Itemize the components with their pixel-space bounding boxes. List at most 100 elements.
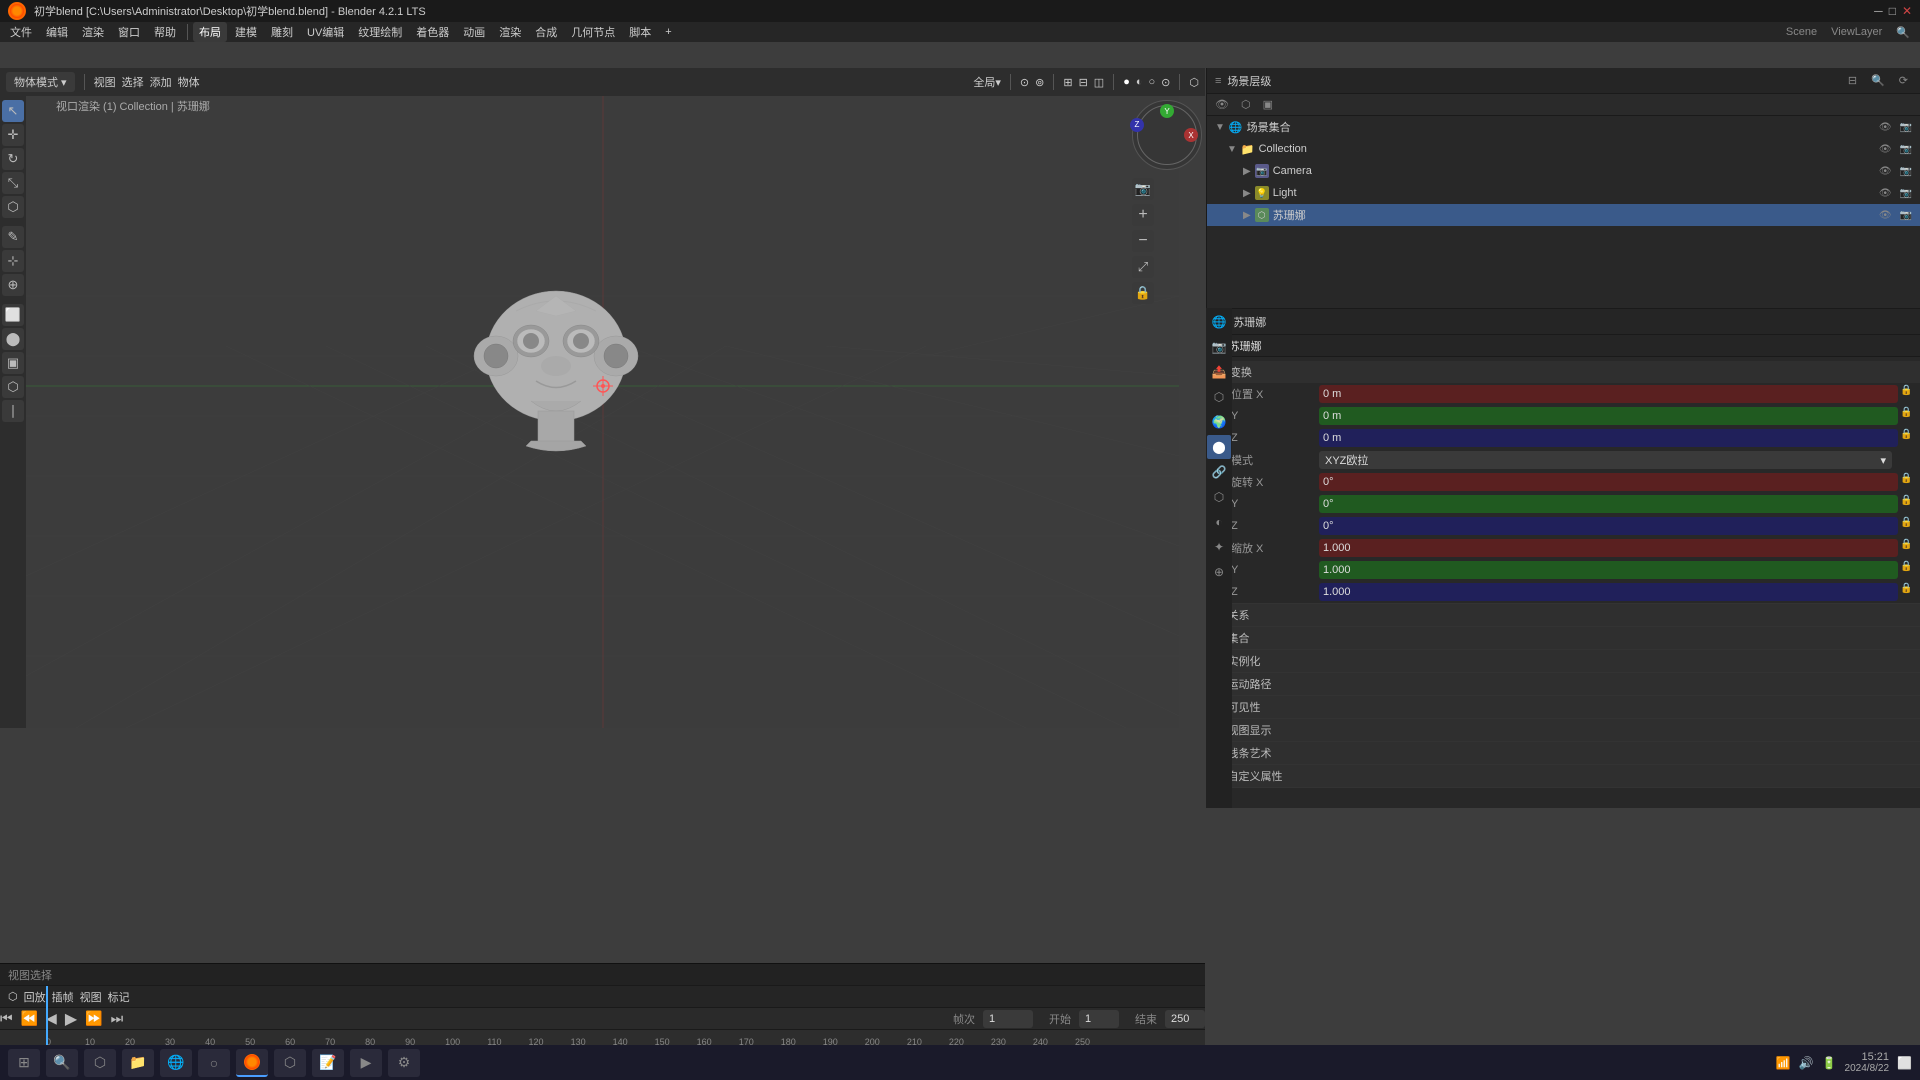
prop-data-tab[interactable]: ⬡ — [1207, 485, 1231, 509]
menu-help[interactable]: 帮助 — [148, 22, 182, 42]
material-mode[interactable]: ◐ — [1136, 76, 1143, 88]
prop-scene-tab[interactable]: 🌐 — [1207, 310, 1231, 334]
proportional-edit[interactable]: ⊚ — [1035, 76, 1044, 89]
annotate-tool[interactable]: ✎ — [2, 226, 24, 248]
outliner-search-btn[interactable]: 🔍 — [1867, 72, 1889, 89]
chrome-btn[interactable]: ○ — [198, 1049, 230, 1077]
zoom-out-btn[interactable]: − — [1132, 230, 1154, 252]
scale-tool[interactable]: ⤡ — [2, 172, 24, 194]
lock-z[interactable]: 🔒 — [1900, 429, 1912, 447]
prop-viewlayer-tab[interactable]: ⬡ — [1207, 385, 1231, 409]
render-mode[interactable]: ○ — [1149, 76, 1156, 88]
menu-edit[interactable]: 编辑 — [40, 22, 74, 42]
task-view[interactable]: ⬡ — [84, 1049, 116, 1077]
location-z[interactable]: 0 m — [1319, 429, 1898, 447]
camera-vis[interactable]: 👁 — [1879, 166, 1892, 177]
inset-tool[interactable]: ▣ — [2, 352, 24, 374]
close-button[interactable]: ✕ — [1902, 4, 1912, 18]
relations-header[interactable]: ▶ 关系 — [1207, 604, 1920, 626]
rotation-z[interactable]: 0° — [1319, 517, 1898, 535]
network-icon[interactable]: 📶 — [1776, 1056, 1791, 1070]
measure-tool[interactable]: ⊹ — [2, 250, 24, 272]
clock-display[interactable]: 15:21 2024/8/22 — [1845, 1051, 1890, 1074]
filter-mesh[interactable]: ▣ — [1259, 96, 1277, 113]
view-display-header[interactable]: ▶ 视图显示 — [1207, 719, 1920, 741]
prev-keyframe-btn[interactable]: ⏪ — [21, 1010, 38, 1027]
lock-btn[interactable]: 🔒 — [1132, 282, 1154, 304]
outliner-item-collection[interactable]: ▼ 📁 Collection 👁 📷 — [1207, 138, 1920, 160]
gizmo-z-axis[interactable]: Z — [1130, 118, 1144, 132]
menu-script[interactable]: 脚本 — [623, 22, 657, 42]
menu-sculpt[interactable]: 雕刻 — [265, 22, 299, 42]
prop-physics-tab[interactable]: ⊕ — [1207, 560, 1231, 584]
instancing-header[interactable]: ▶ 实例化 — [1207, 650, 1920, 672]
tl-keyframe[interactable]: 插帧 — [52, 989, 74, 1005]
extrude-tool[interactable]: ⬤ — [2, 328, 24, 350]
collection-header[interactable]: ▶ 集合 — [1207, 627, 1920, 649]
play-btn[interactable]: ▶ — [65, 1009, 77, 1029]
rotation-x[interactable]: 0° — [1319, 473, 1898, 491]
visibility-header[interactable]: ▶ 可见性 — [1207, 696, 1920, 718]
prop-constraint-tab[interactable]: 🔗 — [1207, 460, 1231, 484]
select-menu[interactable]: 选择 — [122, 74, 144, 90]
outliner-sync-btn[interactable]: ⟳ — [1895, 72, 1912, 89]
transform-header[interactable]: ▼ 变换 — [1207, 361, 1920, 383]
motion-paths-header[interactable]: ▶ 运动路径 — [1207, 673, 1920, 695]
outliner-item-scene[interactable]: ▼ 🌐 场景集合 👁 📷 — [1207, 116, 1920, 138]
snap-toggle[interactable]: ⊙ — [1020, 76, 1029, 89]
light-render[interactable]: 📷 — [1900, 188, 1912, 199]
lock-rx[interactable]: 🔒 — [1900, 473, 1912, 491]
editor-type[interactable]: ⬡ — [1189, 76, 1199, 89]
zoom-camera-btn[interactable]: 📷 — [1132, 178, 1154, 200]
viewport-gizmo[interactable]: X Y Z — [1132, 100, 1202, 170]
suzanne-render[interactable]: 📷 — [1900, 210, 1912, 221]
gizmo-y-axis[interactable]: Y — [1160, 104, 1174, 118]
move-tool[interactable]: ✛ — [2, 124, 24, 146]
volume-icon[interactable]: 🔊 — [1799, 1056, 1814, 1070]
menu-render2[interactable]: 渲染 — [493, 22, 527, 42]
menu-composite[interactable]: 合成 — [529, 22, 563, 42]
lock-ry[interactable]: 🔒 — [1900, 495, 1912, 513]
custom-props-header[interactable]: ▶ 自定义属性 — [1207, 765, 1920, 787]
show-gizmos[interactable]: ⊞ — [1063, 76, 1072, 89]
outliner-item-suzanne[interactable]: ▶ ⬡ 苏珊娜 👁 📷 — [1207, 204, 1920, 226]
media-player[interactable]: ▶ — [350, 1049, 382, 1077]
filter-objects[interactable]: 👁 — [1211, 96, 1233, 113]
menu-uv[interactable]: UV编辑 — [301, 22, 350, 42]
lock-y[interactable]: 🔒 — [1900, 407, 1912, 425]
rendered-mode[interactable]: ⊙ — [1161, 76, 1170, 89]
zoom-fit-btn[interactable]: ⤢ — [1132, 256, 1154, 278]
prop-world-tab[interactable]: 🌍 — [1207, 410, 1231, 434]
scale-y[interactable]: 1.000 — [1319, 561, 1898, 579]
menu-layout[interactable]: 布局 — [193, 22, 227, 42]
line-art-header[interactable]: ▶ 线条艺术 — [1207, 742, 1920, 764]
prop-output-tab[interactable]: 📤 — [1207, 360, 1231, 384]
end-frame-input[interactable]: 250 — [1165, 1010, 1205, 1028]
show-overlays[interactable]: ⊟ — [1079, 76, 1088, 89]
search-btn2[interactable]: 🔍 — [46, 1049, 78, 1077]
prop-particle-tab[interactable]: ✦ — [1207, 535, 1231, 559]
settings-btn[interactable]: ⚙ — [388, 1049, 420, 1077]
collection-vis-icon[interactable]: 👁 — [1879, 144, 1892, 155]
prop-object-tab[interactable]: ⬤ — [1207, 435, 1231, 459]
menu-geonodes[interactable]: 几何节点 — [565, 22, 621, 42]
scale-z[interactable]: 1.000 — [1319, 583, 1898, 601]
menu-window[interactable]: 窗口 — [112, 22, 146, 42]
rotate-tool[interactable]: ↻ — [2, 148, 24, 170]
outliner-item-light[interactable]: ▶ 💡 Light 👁 📷 — [1207, 182, 1920, 204]
location-x[interactable]: 0 m — [1319, 385, 1898, 403]
lock-sx[interactable]: 🔒 — [1900, 539, 1912, 557]
maximize-button[interactable]: □ — [1889, 4, 1896, 18]
search-btn[interactable]: 🔍 — [1890, 24, 1916, 41]
add-cube-tool[interactable]: ⬜ — [2, 304, 24, 326]
jump-start-btn[interactable]: ⏮ — [0, 1010, 13, 1027]
rotation-mode-dropdown[interactable]: XYZ欧拉 ▾ — [1319, 451, 1892, 469]
prop-render-tab[interactable]: 📷 — [1207, 335, 1231, 359]
lock-x[interactable]: 🔒 — [1900, 385, 1912, 403]
menu-texture-paint[interactable]: 纹理绘制 — [352, 22, 408, 42]
visibility-icon[interactable]: 👁 — [1879, 122, 1892, 133]
minimize-button[interactable]: ─ — [1874, 4, 1883, 18]
global-local-toggle[interactable]: 全局▾ — [973, 74, 1001, 90]
jump-end-btn[interactable]: ⏭ — [111, 1010, 124, 1027]
light-vis[interactable]: 👁 — [1879, 188, 1892, 199]
